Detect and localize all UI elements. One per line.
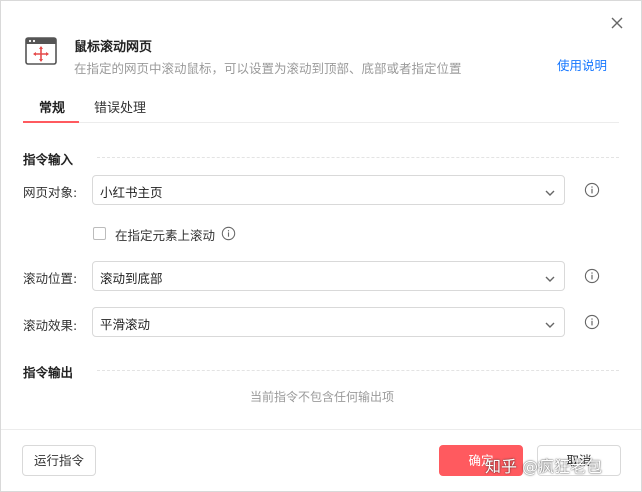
input-section-title: 指令输入	[23, 152, 74, 167]
scroll-on-element-checkbox[interactable]	[93, 227, 106, 240]
dialog-subtitle: 在指定的网页中滚动鼠标，可以设置为滚动到顶部、底部或者指定位置	[74, 61, 462, 76]
run-command-button[interactable]: 运行指令	[22, 445, 96, 476]
scroll-effect-label: 滚动效果:	[23, 318, 78, 333]
info-icon[interactable]	[584, 268, 600, 284]
tab-general[interactable]: 常规	[39, 97, 65, 123]
info-icon[interactable]	[221, 226, 236, 241]
chevron-down-icon	[544, 316, 556, 328]
scroll-effect-value: 平滑滚动	[100, 317, 151, 332]
section-divider	[97, 157, 619, 158]
close-icon[interactable]	[607, 13, 627, 33]
tab-error-handling[interactable]: 错误处理	[94, 97, 146, 123]
webpage-object-label: 网页对象:	[23, 185, 78, 200]
scroll-position-select[interactable]: 滚动到底部	[92, 261, 565, 291]
watermark: 知乎 @疯狂老包	[485, 457, 603, 476]
help-link[interactable]: 使用说明	[557, 55, 607, 74]
section-divider	[97, 370, 619, 371]
scroll-position-label: 滚动位置:	[23, 271, 78, 286]
info-icon[interactable]	[584, 314, 600, 330]
scroll-position-value: 滚动到底部	[100, 271, 163, 286]
active-tab-indicator	[23, 121, 79, 123]
info-icon[interactable]	[584, 182, 600, 198]
output-section-title: 指令输出	[23, 365, 74, 380]
dialog: 鼠标滚动网页 在指定的网页中滚动鼠标，可以设置为滚动到顶部、底部或者指定位置 使…	[0, 0, 642, 492]
chevron-down-icon	[544, 184, 556, 196]
webpage-object-value: 小红书主页	[100, 185, 163, 200]
scroll-effect-select[interactable]: 平滑滚动	[92, 307, 565, 337]
chevron-down-icon	[544, 270, 556, 282]
webpage-object-select[interactable]: 小红书主页	[92, 175, 565, 205]
scroll-on-element-label: 在指定元素上滚动	[115, 228, 216, 243]
empty-output-text: 当前指令不包含任何输出项	[249, 390, 394, 404]
footer-divider	[1, 429, 641, 430]
dialog-title: 鼠标滚动网页	[74, 40, 153, 55]
tab-bar: 常规 错误处理	[23, 97, 619, 123]
window-move-icon	[25, 37, 57, 65]
